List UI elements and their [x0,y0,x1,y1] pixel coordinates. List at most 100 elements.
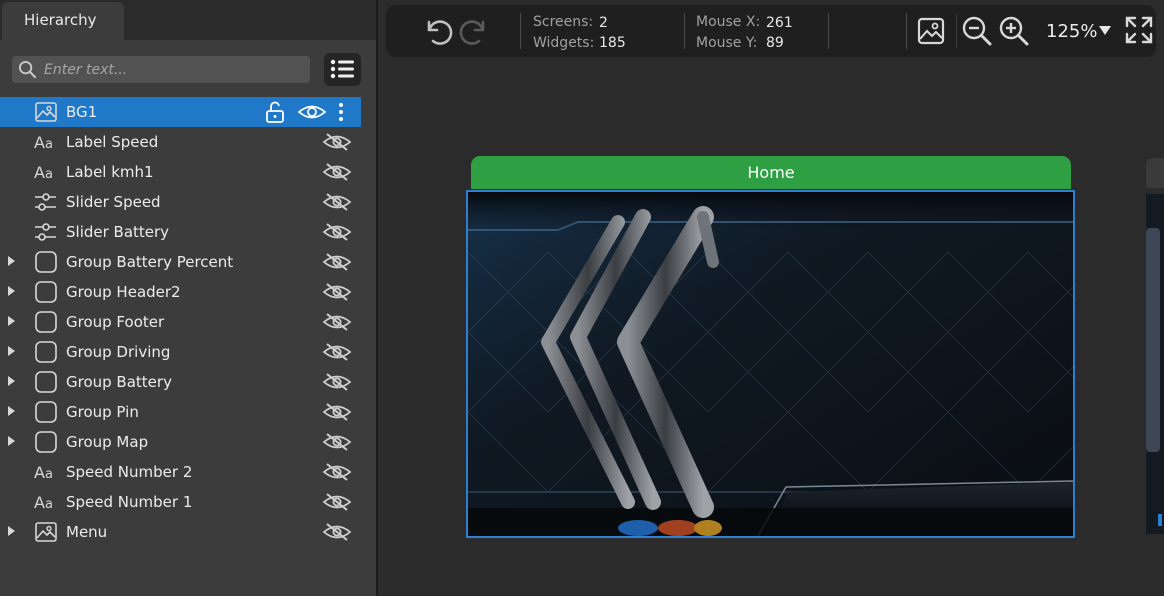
zoom-out-icon[interactable] [961,15,993,47]
more-options-icon[interactable] [333,101,349,123]
toolbar-separator [828,13,829,49]
tree-item-label: Group Driving [66,343,171,361]
background-image [468,192,1073,536]
text-icon: Aa [34,493,53,512]
text-icon: Aa [34,133,53,152]
tree-item[interactable]: Slider Battery [0,217,361,247]
zoom-level[interactable]: 125% [1046,21,1097,42]
lock-icon[interactable] [264,101,286,123]
search-input[interactable] [44,58,304,81]
expand-arrow-icon[interactable] [8,286,15,296]
screen-tab-next[interactable] [1146,158,1164,188]
eye-hidden-icon[interactable] [322,253,352,271]
panel-splitter[interactable] [376,0,378,596]
group-icon [35,251,57,273]
list-icon [330,59,354,79]
list-view-button[interactable] [324,53,361,86]
tree-item-label: Group Header2 [66,283,181,301]
eye-hidden-icon[interactable] [322,313,352,331]
scrollbar-thumb[interactable] [1146,228,1160,452]
search-icon [18,60,37,79]
eye-hidden-icon[interactable] [322,373,352,391]
expand-arrow-icon[interactable] [8,406,15,416]
eye-hidden-icon[interactable] [322,343,352,361]
eye-hidden-icon[interactable] [322,523,352,541]
tree-item[interactable]: Group Footer [0,307,361,337]
eye-hidden-icon[interactable] [322,403,352,421]
group-icon [35,431,57,453]
screen-canvas[interactable] [466,190,1075,538]
expand-arrow-icon[interactable] [8,256,15,266]
tree-item[interactable]: Slider Speed [0,187,361,217]
tree-item[interactable]: Aa Label Speed [0,127,361,157]
panel-tab-bar: Hierarchy [0,0,376,40]
tree-item-label: Group Footer [66,313,165,331]
zoom-in-icon[interactable] [998,15,1030,47]
tree-item-label: Slider Battery [66,223,170,241]
toolbar-separator [956,13,957,49]
tree-item[interactable]: Group Pin [0,397,361,427]
eye-hidden-icon[interactable] [322,493,352,511]
expand-arrow-icon[interactable] [8,376,15,386]
image-icon [35,522,57,542]
svg-text:a: a [45,497,53,512]
group-icon [35,281,57,303]
widgets-label: Widgets: [533,35,595,51]
eye-hidden-icon[interactable] [322,133,352,151]
tree-item[interactable]: Aa Label kmh1 [0,157,361,187]
chevron-down-icon[interactable] [1099,26,1111,35]
tree-item[interactable]: Group Header2 [0,277,361,307]
redo-icon[interactable] [458,14,492,48]
tree-item-label: Group Pin [66,403,139,421]
svg-text:A: A [34,163,45,182]
mouse-y-value: 89 [766,35,784,51]
tree-item[interactable]: Group Driving [0,337,361,367]
group-icon [35,311,57,333]
tree-item[interactable]: BG1 [0,97,361,127]
eye-hidden-icon[interactable] [322,433,352,451]
tree-item[interactable]: Group Map [0,427,361,457]
eye-hidden-icon[interactable] [322,193,352,211]
eye-hidden-icon[interactable] [322,163,352,181]
app-window: Hierarchy BG1 Aa Label Speed Aa Label kmh1 Sl… [0,0,1164,596]
eye-icon[interactable] [297,102,327,122]
screen-tab-home[interactable]: Home [471,156,1071,189]
svg-text:a: a [45,137,53,152]
svg-text:A: A [34,133,45,152]
screen-marker [1158,514,1162,526]
undo-icon[interactable] [420,14,454,48]
group-icon [35,341,57,363]
svg-text:a: a [45,167,53,182]
image-icon[interactable] [917,17,945,45]
tree-item[interactable]: Group Battery [0,367,361,397]
hierarchy-tree: BG1 Aa Label Speed Aa Label kmh1 Slider Speed… [0,97,376,547]
eye-hidden-icon[interactable] [322,223,352,241]
tree-item-label: Menu [66,523,108,541]
svg-text:A: A [34,493,45,512]
tree-item[interactable]: Menu [0,517,361,547]
toolbar-separator [520,13,521,49]
tree-item[interactable]: Aa Speed Number 2 [0,457,361,487]
tree-item-label: BG1 [66,103,98,121]
tree-item[interactable]: Group Battery Percent [0,247,361,277]
search-box[interactable] [12,56,310,83]
tree-item-label: Label kmh1 [66,163,154,181]
text-icon: Aa [34,463,53,482]
expand-arrow-icon[interactable] [8,436,15,446]
tab-hierarchy[interactable]: Hierarchy [2,2,124,40]
eye-hidden-icon[interactable] [322,463,352,481]
image-icon [35,102,57,122]
group-icon [35,401,57,423]
expand-arrow-icon[interactable] [8,346,15,356]
tree-item-label: Group Map [66,433,149,451]
toolbar-separator [906,13,907,49]
expand-arrow-icon[interactable] [8,316,15,326]
fullscreen-icon[interactable] [1124,15,1154,45]
expand-arrow-icon[interactable] [8,526,15,536]
widgets-value: 185 [599,35,626,51]
eye-hidden-icon[interactable] [322,283,352,301]
tree-item[interactable]: Aa Speed Number 1 [0,487,361,517]
toolbar-separator [684,13,685,49]
tree-item-label: Group Battery [66,373,172,391]
screens-label: Screens: [533,14,594,30]
